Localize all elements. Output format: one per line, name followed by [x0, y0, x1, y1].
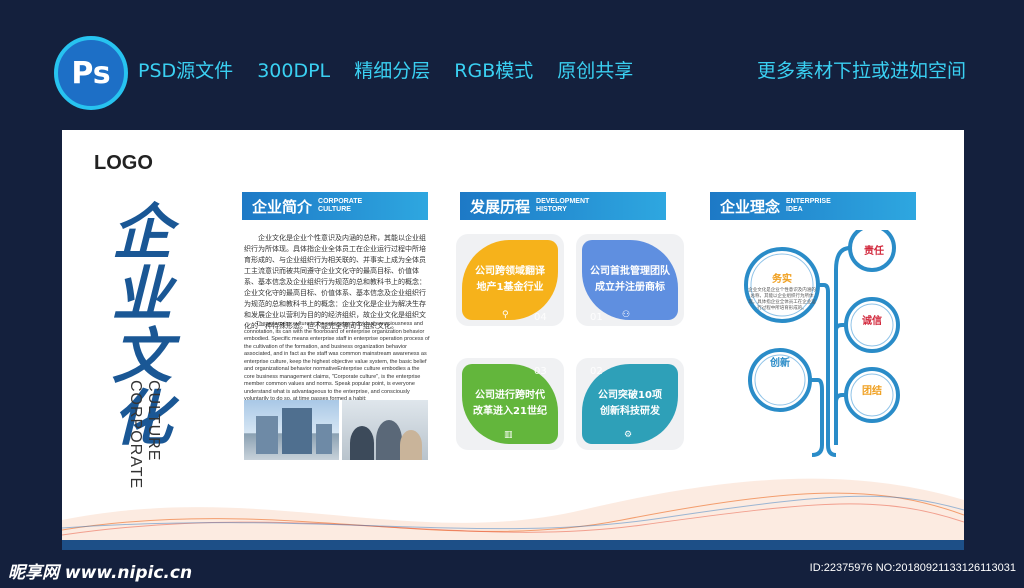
history-card-line2: 地产1基金行业 [476, 282, 544, 293]
concept-item-title: 责任 [864, 246, 884, 257]
ps-label: Ps [71, 55, 111, 91]
intro-subtitle: CORPORATE CULTURE [318, 198, 363, 213]
concept-item-title: 创新 [770, 358, 790, 369]
history-card-04: 公司跨领域翻译 地产1基金行业 ⚲ 04 [456, 234, 564, 326]
concept-subtitle: ENTERPRISE IDEA [786, 198, 831, 213]
concept-pragmatic: 务实 企业文化是企业个性意识及内涵的总称，其能以企业组织行为所体现。具体指企业全… [748, 270, 816, 312]
history-card-02: 公司突破10项 创新科技研发 02 ⚙ [576, 358, 684, 450]
culture-board: LOGO 企业文化 CULTURE CORPORATE 企业简介 CORPORA… [62, 130, 964, 550]
meeting-photo [342, 400, 428, 460]
concept-item-title: 务实 [772, 274, 792, 285]
history-header: 发展历程 DEVELOPMENT HISTORY [460, 192, 666, 220]
feature-original: 原创共享 [557, 60, 634, 82]
history-card-line1: 公司首批管理团队 [590, 266, 670, 277]
concept-item-title: 团结 [862, 386, 882, 397]
chart-icon: ▥ [504, 430, 513, 440]
concept-responsibility: 责任 [854, 242, 894, 257]
intro-body-en: The enterprise culture is the enterprise… [244, 321, 430, 402]
image-id-text: ID:22375976 NO:20180921133126113031 [809, 562, 1016, 574]
concept-item-text: 企业文化是企业个性意识及内涵的总称，其能以企业组织行为所体现。具体指企业全体员工… [748, 288, 816, 311]
concept-innovation: 创新 [752, 354, 808, 369]
board-bottom-strip [62, 540, 964, 550]
building-photo [244, 400, 339, 460]
site-watermark: 昵享网 www.nipic.cn [8, 563, 193, 583]
concept-title: 企业理念 [720, 197, 781, 216]
feature-psd: PSD源文件 [138, 60, 234, 82]
history-card-line2: 成立并注册商标 [595, 282, 665, 293]
history-title: 发展历程 [470, 197, 531, 216]
concept-header: 企业理念 ENTERPRISE IDEA [710, 192, 916, 220]
concept-unity: 团结 [850, 382, 894, 397]
history-card-number: 04 [534, 312, 547, 323]
corporate-word: CORPORATE [127, 380, 144, 490]
history-card-line2: 改革进入21世纪 [473, 406, 547, 417]
photoshop-logo: Ps [54, 36, 128, 110]
search-icon: ⚲ [502, 310, 509, 320]
history-card-line1: 公司进行跨时代 [475, 390, 545, 401]
gear-icon: ⚙ [624, 430, 633, 440]
history-card-line1: 公司跨领域翻译 [475, 266, 545, 277]
company-logo: LOGO [94, 152, 153, 174]
history-card-line2: 创新科技研发 [600, 406, 660, 417]
feature-list: PSD源文件 300DPL 精细分层 RGB模式 原创共享 [138, 56, 651, 83]
concept-integrity: 诚信 [850, 312, 894, 327]
intro-title: 企业简介 [252, 197, 313, 216]
feature-dpi: 300DPL [257, 60, 331, 82]
culture-word: CULTURE [145, 380, 162, 462]
more-materials-link[interactable]: 更多素材下拉或进如空间 [757, 56, 966, 83]
feature-rgb: RGB模式 [454, 60, 534, 82]
feature-layers: 精细分层 [354, 60, 431, 82]
corporate-culture-vertical: CULTURE CORPORATE [126, 380, 162, 489]
user-icon: ⚇ [622, 310, 631, 320]
intro-header: 企业简介 CORPORATE CULTURE [242, 192, 428, 220]
history-subtitle: DEVELOPMENT HISTORY [536, 198, 590, 213]
intro-body-cn: 企业文化是企业个性意识及内涵的总称，其能以企业组织行为所体现。具体指企业全体员工… [244, 234, 426, 330]
concept-tree-graphic [744, 230, 900, 457]
concept-item-title: 诚信 [862, 316, 882, 327]
history-card-line1: 公司突破10项 [598, 390, 662, 401]
history-card-03: 公司进行跨时代 改革进入21世纪 03 ▥ [456, 358, 564, 450]
history-card-number: 01 [590, 312, 603, 323]
history-card-number: 03 [534, 366, 547, 377]
history-card-number: 02 [590, 366, 603, 377]
history-card-01: 公司首批管理团队 成立并注册商标 01 ⚇ [576, 234, 684, 326]
